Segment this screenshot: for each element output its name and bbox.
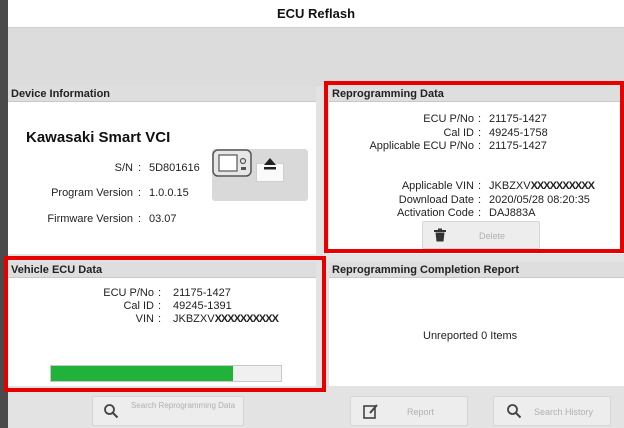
- rd-activation-code-value: DAJ883A: [489, 207, 536, 219]
- sn-sep: :: [138, 162, 142, 174]
- completion-report-panel: Unreported 0 Items: [329, 278, 624, 386]
- rd-ecu-pno-value: 21175-1427: [489, 113, 547, 125]
- vehicle-ecu-header: Vehicle ECU Data: [8, 262, 316, 278]
- trash-icon: [433, 228, 447, 244]
- rd-applicable-ecu-label: Applicable ECU P/No: [369, 140, 474, 152]
- search-history-label: Search History: [534, 407, 594, 417]
- search-reprogramming-data-label: Search Reprogramming Data: [130, 401, 236, 410]
- device-control[interactable]: [212, 149, 308, 201]
- rd-download-date-label: Download Date: [398, 194, 474, 206]
- completion-report-header: Reprogramming Completion Report: [329, 262, 624, 278]
- rd-download-date-value: 2020/05/28 08:20:35: [489, 194, 590, 206]
- device-info-header: Device Information: [8, 86, 316, 102]
- search-reprogramming-data-button[interactable]: Search Reprogramming Data: [92, 396, 244, 426]
- rd-cal-id-value: 49245-1758: [489, 127, 548, 139]
- rd-applicable-vin-label: Applicable VIN: [401, 180, 474, 192]
- ve-vin-label: VIN: [135, 313, 154, 325]
- search-history-button[interactable]: Search History: [493, 396, 611, 426]
- sn-label: S/N: [114, 162, 133, 174]
- firmware-version-sep: :: [138, 213, 142, 225]
- program-version-value: 1.0.0.15: [149, 187, 189, 199]
- vehicle-ecu-panel: ECU P/No : 21175-1427 Cal ID : 49245-139…: [8, 278, 316, 386]
- sn-value: 5D801616: [149, 162, 200, 174]
- ve-ecu-pno-value: 21175-1427: [173, 287, 231, 299]
- device-info-panel: Kawasaki Smart VCI S/N : 5D801616 Progra…: [8, 102, 316, 254]
- window-left-edge: [0, 0, 8, 428]
- ve-vin-value: JKBZXVXXXXXXXXXX: [173, 313, 279, 325]
- progress-bar-fill: [51, 366, 233, 381]
- device-icon: [212, 149, 256, 181]
- search-icon: [103, 403, 119, 421]
- rd-activation-code-label: Activation Code: [396, 207, 474, 219]
- program-version-sep: :: [138, 187, 142, 199]
- rd-applicable-ecu-value: 21175-1427: [489, 140, 547, 152]
- progress-bar: [50, 365, 282, 382]
- delete-label: Delete: [479, 231, 506, 241]
- eject-icon[interactable]: [256, 158, 285, 182]
- ve-cal-id-label: Cal ID: [123, 300, 154, 312]
- ve-ecu-pno-label: ECU P/No: [103, 287, 154, 299]
- device-name: Kawasaki Smart VCI: [26, 129, 171, 146]
- delete-button[interactable]: Delete: [422, 221, 540, 249]
- search-icon: [506, 403, 522, 421]
- report-button[interactable]: Report: [350, 396, 468, 426]
- top-band: [8, 28, 624, 86]
- report-label: Report: [407, 407, 435, 417]
- completion-report-status: Unreported 0 Items: [423, 330, 518, 342]
- reprogramming-data-header: Reprogramming Data: [329, 86, 624, 102]
- rd-applicable-vin-value: JKBZXVXXXXXXXXXX: [489, 180, 595, 192]
- window-title: ECU Reflash: [8, 0, 624, 28]
- rd-cal-id-label: Cal ID: [443, 127, 474, 139]
- program-version-label: Program Version: [51, 187, 133, 199]
- rd-ecu-pno-label: ECU P/No: [423, 113, 474, 125]
- edit-icon: [363, 403, 379, 421]
- ve-cal-id-value: 49245-1391: [173, 300, 232, 312]
- reprogramming-data-panel: ECU P/No : 21175-1427 Cal ID : 49245-175…: [329, 102, 624, 254]
- firmware-version-value: 03.07: [149, 213, 177, 225]
- firmware-version-label: Firmware Version: [47, 213, 133, 225]
